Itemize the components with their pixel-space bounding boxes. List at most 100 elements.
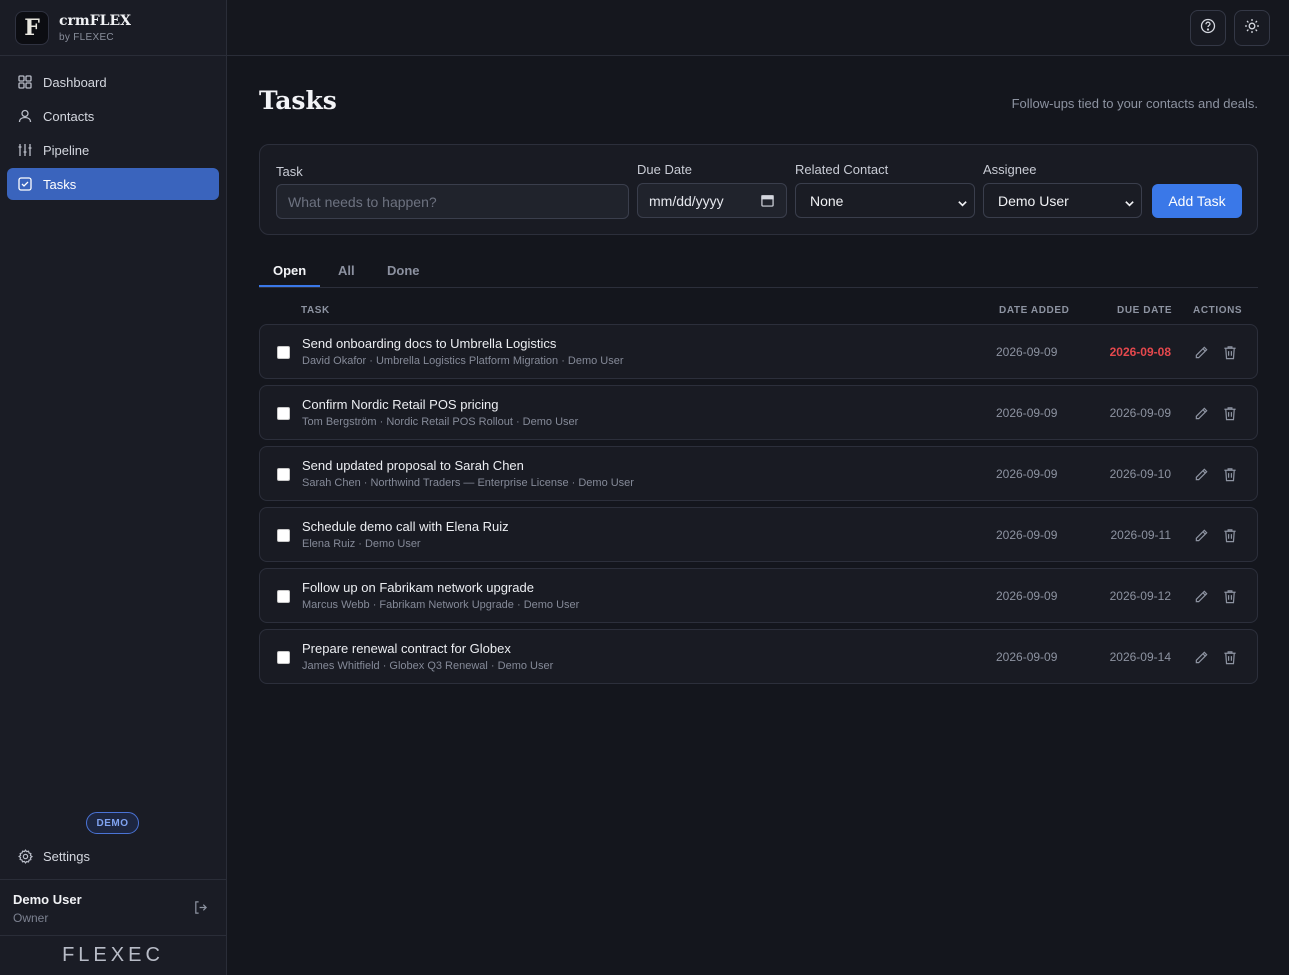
topbar (227, 0, 1289, 56)
demo-badge: DEMO (86, 812, 139, 834)
related-contact-label: Related Contact (795, 162, 889, 177)
column-header-task: TASK (301, 305, 330, 316)
help-button[interactable] (1190, 10, 1226, 46)
sliders-icon (17, 142, 33, 158)
table-row[interactable]: Schedule demo call with Elena Ruiz Elena … (259, 507, 1258, 562)
task-date-added: 2026-09-09 (996, 589, 1058, 603)
task-title: Confirm Nordic Retail POS pricing (302, 397, 499, 412)
add-task-button[interactable]: Add Task (1152, 184, 1242, 218)
theme-toggle-button[interactable] (1234, 10, 1270, 46)
logout-icon[interactable] (193, 900, 208, 920)
calendar-icon[interactable] (761, 194, 774, 210)
table-row[interactable]: Send onboarding docs to Umbrella Logisti… (259, 324, 1258, 379)
sidebar-item-dashboard[interactable]: Dashboard (7, 66, 219, 98)
sidebar-item-tasks[interactable]: Tasks (7, 168, 219, 200)
task-date-added: 2026-09-09 (996, 406, 1058, 420)
trash-icon[interactable] (1221, 465, 1239, 483)
chevron-down-icon (1124, 196, 1135, 212)
edit-icon[interactable] (1192, 404, 1210, 422)
task-due-date: 2026-09-14 (1109, 650, 1171, 664)
assignee-label: Assignee (983, 162, 1037, 177)
task-date-added: 2026-09-09 (996, 467, 1058, 481)
task-meta: Sarah Chen · Northwind Traders — Enterpr… (302, 477, 634, 489)
edit-icon[interactable] (1192, 465, 1210, 483)
assignee-value: Demo User (998, 192, 1069, 209)
task-checkbox[interactable] (277, 468, 290, 481)
brand-logo: F (15, 10, 49, 45)
task-date-added: 2026-09-09 (996, 650, 1058, 664)
task-title: Follow up on Fabrikam network upgrade (302, 580, 534, 595)
user-name: Demo User (13, 892, 82, 907)
column-header-due-date: DUE DATE (1117, 305, 1173, 316)
task-label: Task (276, 164, 303, 179)
task-meta: Elena Ruiz · Demo User (302, 538, 421, 550)
trash-icon[interactable] (1221, 404, 1239, 422)
task-filter-tabs: Open All Done (259, 255, 1258, 288)
task-meta: David Okafor · Umbrella Logistics Platfo… (302, 355, 624, 367)
sun-icon (1244, 18, 1260, 39)
tab-all[interactable]: All (338, 263, 355, 278)
task-checkbox[interactable] (277, 590, 290, 603)
tab-done[interactable]: Done (387, 263, 420, 278)
table-row[interactable]: Prepare renewal contract for Globex James… (259, 629, 1258, 684)
sidebar-item-label: Contacts (43, 108, 95, 124)
table-row[interactable]: Follow up on Fabrikam network upgrade Mar… (259, 568, 1258, 623)
brand-subtitle: by FLEXEC (59, 31, 114, 43)
task-title: Prepare renewal contract for Globex (302, 641, 511, 656)
assignee-select[interactable]: Demo User (983, 183, 1142, 218)
task-checkbox[interactable] (277, 651, 290, 664)
brand[interactable]: F crmFLEX by FLEXEC (0, 0, 226, 56)
page-subtitle: Follow-ups tied to your contacts and dea… (1011, 96, 1258, 111)
edit-icon[interactable] (1192, 648, 1210, 666)
add-task-form: Task What needs to happen? Due Date mm/d… (259, 144, 1258, 235)
task-due-date: 2026-09-10 (1109, 467, 1171, 481)
help-icon (1200, 18, 1216, 39)
task-meta: James Whitfield · Globex Q3 Renewal · De… (302, 660, 554, 672)
page-title: Tasks (259, 86, 337, 115)
chevron-down-icon (957, 196, 968, 212)
task-checkbox[interactable] (277, 346, 290, 359)
task-date-added: 2026-09-09 (996, 345, 1058, 359)
trash-icon[interactable] (1221, 648, 1239, 666)
task-title: Send onboarding docs to Umbrella Logisti… (302, 336, 557, 351)
task-due-date: 2026-09-09 (1109, 406, 1171, 420)
grid-icon (17, 74, 33, 90)
trash-icon[interactable] (1221, 526, 1239, 544)
brand-name: crmFLEX (59, 12, 132, 29)
task-due-date: 2026-09-11 (1110, 528, 1172, 542)
table-row[interactable]: Confirm Nordic Retail POS pricing Tom Ber… (259, 385, 1258, 440)
due-date-label: Due Date (637, 162, 692, 177)
task-title: Send updated proposal to Sarah Chen (302, 458, 524, 473)
user-icon (17, 108, 33, 124)
task-meta: Tom Bergström · Nordic Retail POS Rollou… (302, 416, 579, 428)
sidebar-item-label: Dashboard (43, 74, 107, 90)
edit-icon[interactable] (1192, 526, 1210, 544)
table-row[interactable]: Send updated proposal to Sarah Chen Sarah… (259, 446, 1258, 501)
task-checkbox[interactable] (277, 407, 290, 420)
task-title: Schedule demo call with Elena Ruiz (302, 519, 509, 534)
user-block: Demo User Owner (0, 879, 226, 936)
edit-icon[interactable] (1192, 343, 1210, 361)
active-tab-indicator (259, 285, 320, 287)
edit-icon[interactable] (1192, 587, 1210, 605)
trash-icon[interactable] (1221, 343, 1239, 361)
sidebar-item-contacts[interactable]: Contacts (7, 100, 219, 132)
related-contact-select[interactable]: None (795, 183, 975, 218)
due-date-placeholder: mm/dd/yyyy (649, 192, 724, 209)
task-date-added: 2026-09-09 (996, 528, 1058, 542)
trash-icon[interactable] (1221, 587, 1239, 605)
task-due-date: 2026-09-12 (1109, 589, 1171, 603)
sidebar: F crmFLEX by FLEXEC Dashboard Contacts P… (0, 0, 227, 975)
task-due-date: 2026-09-08 (1109, 345, 1171, 359)
task-input[interactable]: What needs to happen? (276, 184, 629, 219)
task-checkbox[interactable] (277, 529, 290, 542)
sidebar-item-label: Tasks (43, 176, 77, 192)
column-header-actions: ACTIONS (1193, 305, 1243, 316)
sidebar-item-settings[interactable]: Settings (7, 840, 219, 872)
tab-open[interactable]: Open (273, 263, 306, 278)
due-date-input[interactable]: mm/dd/yyyy (637, 183, 787, 218)
user-role: Owner (13, 911, 49, 925)
check-square-icon (17, 176, 33, 192)
sidebar-item-pipeline[interactable]: Pipeline (7, 134, 219, 166)
sidebar-nav: Dashboard Contacts Pipeline Tasks (0, 56, 226, 200)
